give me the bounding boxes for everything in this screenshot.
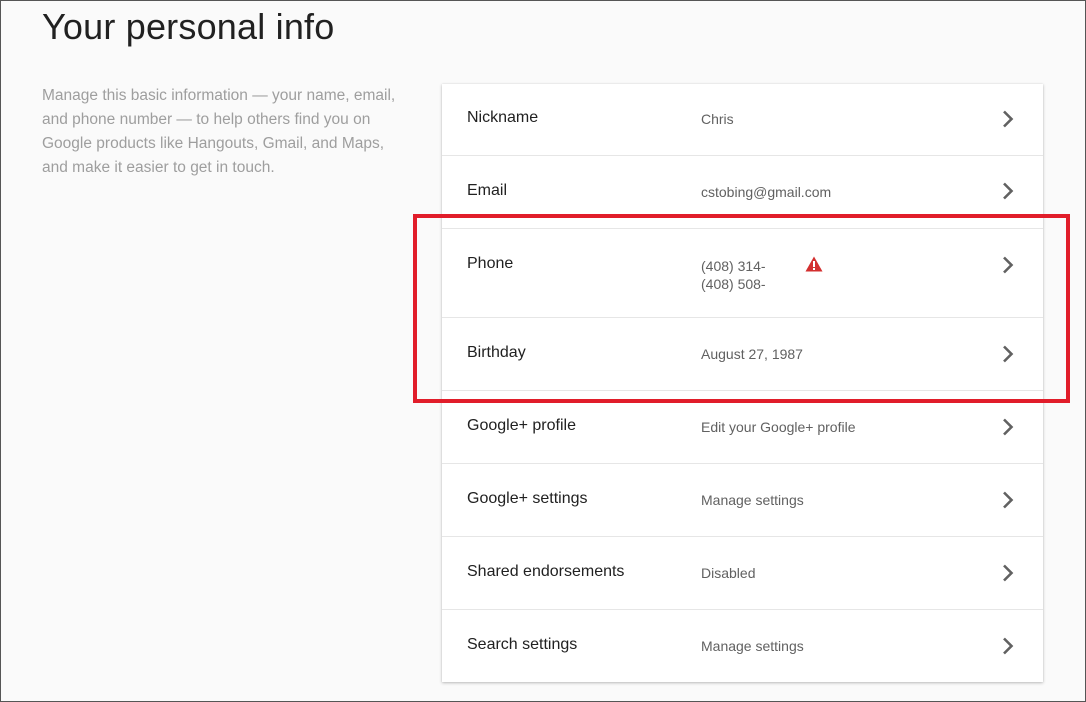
row-google-plus-profile[interactable]: Google+ profile Edit your Google+ profil… bbox=[442, 391, 1043, 464]
row-phone[interactable]: Phone (408) 314- (408) 508- bbox=[442, 229, 1043, 318]
personal-info-card: Nickname Chris Email cstobing@gmail.com … bbox=[442, 84, 1043, 682]
chevron-right-icon bbox=[1003, 182, 1014, 200]
row-nickname[interactable]: Nickname Chris bbox=[442, 84, 1043, 156]
intro-text: Manage this basic information — your nam… bbox=[42, 87, 396, 176]
row-value: Manage settings bbox=[701, 492, 804, 508]
row-value: Manage settings bbox=[701, 638, 804, 654]
warning-triangle-icon bbox=[805, 256, 823, 272]
chevron-right-icon bbox=[1003, 110, 1014, 128]
chevron-right-icon bbox=[1003, 418, 1014, 436]
row-label: Google+ settings bbox=[467, 490, 588, 507]
row-birthday[interactable]: Birthday August 27, 1987 bbox=[442, 318, 1043, 391]
row-label: Google+ profile bbox=[467, 417, 576, 434]
chevron-right-icon bbox=[1003, 345, 1014, 363]
phone-value-2: (408) 508- bbox=[701, 276, 766, 292]
row-value: Chris bbox=[701, 111, 734, 127]
row-label: Birthday bbox=[467, 344, 526, 361]
row-label: Phone bbox=[467, 255, 514, 272]
chevron-right-icon bbox=[1003, 637, 1014, 655]
chevron-right-icon bbox=[1003, 564, 1014, 582]
chevron-right-icon bbox=[1003, 256, 1014, 274]
phone-value-1: (408) 314- bbox=[701, 258, 766, 274]
page-title: Your personal info bbox=[42, 6, 335, 47]
row-email[interactable]: Email cstobing@gmail.com bbox=[442, 156, 1043, 229]
row-search-settings[interactable]: Search settings Manage settings bbox=[442, 610, 1043, 682]
row-shared-endorsements[interactable]: Shared endorsements Disabled bbox=[442, 537, 1043, 610]
row-label: Email bbox=[467, 182, 508, 199]
row-label: Search settings bbox=[467, 636, 578, 653]
row-value: Edit your Google+ profile bbox=[701, 419, 856, 435]
row-label: Shared endorsements bbox=[467, 563, 625, 580]
row-value: Disabled bbox=[701, 565, 756, 581]
row-value: August 27, 1987 bbox=[701, 346, 803, 362]
row-google-plus-settings[interactable]: Google+ settings Manage settings bbox=[442, 464, 1043, 537]
row-value: cstobing@gmail.com bbox=[701, 184, 832, 200]
chevron-right-icon bbox=[1003, 491, 1014, 509]
row-label: Nickname bbox=[467, 109, 539, 126]
